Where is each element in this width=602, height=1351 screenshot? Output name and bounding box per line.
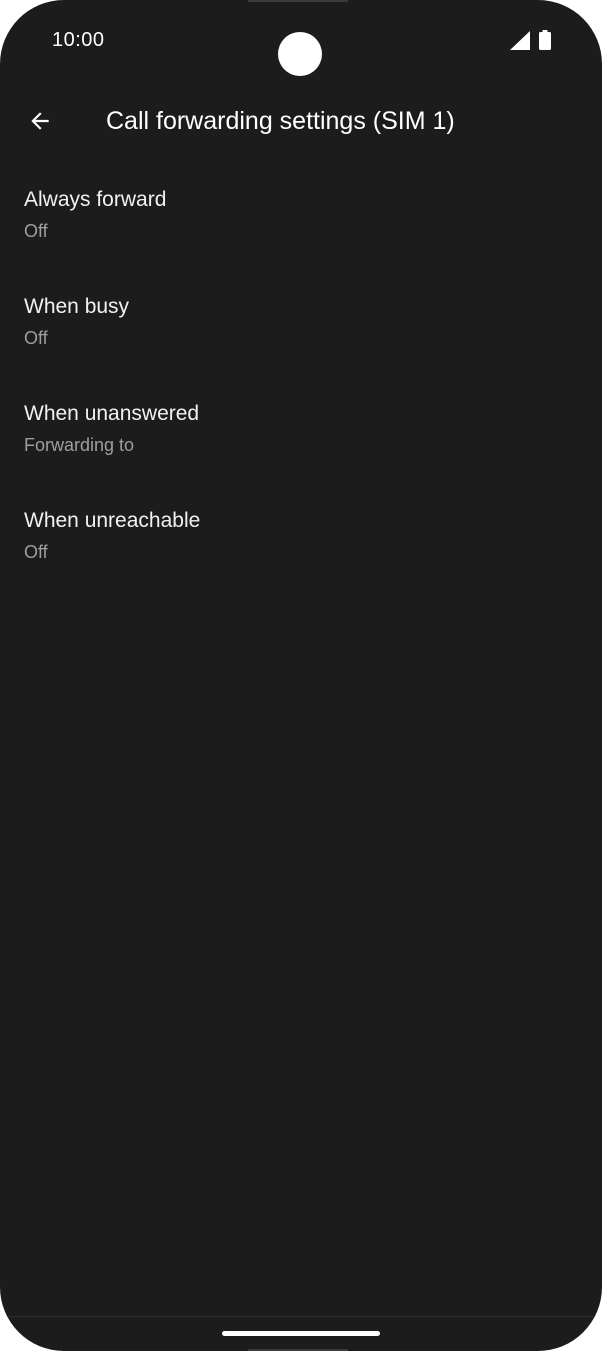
app-bar: Call forwarding settings (SIM 1) xyxy=(0,88,602,154)
setting-when-unreachable[interactable]: When unreachable Off xyxy=(0,489,602,596)
battery-icon xyxy=(539,30,551,50)
setting-when-unanswered[interactable]: When unanswered Forwarding to xyxy=(0,382,602,489)
front-camera xyxy=(278,32,322,76)
setting-title: Always forward xyxy=(24,188,167,211)
settings-list: Always forward Off When busy Off When un… xyxy=(0,168,602,596)
setting-title: When busy xyxy=(24,295,130,318)
signal-icon xyxy=(510,31,530,50)
navigation-divider xyxy=(0,1316,602,1317)
status-bar: 10:00 xyxy=(0,0,602,80)
setting-always-forward[interactable]: Always forward Off xyxy=(0,168,602,275)
page-title: Call forwarding settings (SIM 1) xyxy=(106,107,455,135)
setting-summary: Off xyxy=(24,328,48,348)
back-button[interactable] xyxy=(16,97,64,145)
setting-summary: Off xyxy=(24,221,48,241)
status-time: 10:00 xyxy=(52,29,105,51)
setting-title: When unanswered xyxy=(24,402,200,425)
home-gesture-handle[interactable] xyxy=(222,1331,380,1336)
arrow-back-icon xyxy=(31,112,49,130)
phone-screen: 10:00 Call forwarding settings (SIM 1) A… xyxy=(0,0,602,1351)
setting-summary: Forwarding to xyxy=(24,435,135,455)
setting-title: When unreachable xyxy=(24,509,201,532)
setting-when-busy[interactable]: When busy Off xyxy=(0,275,602,382)
setting-summary: Off xyxy=(24,542,48,562)
